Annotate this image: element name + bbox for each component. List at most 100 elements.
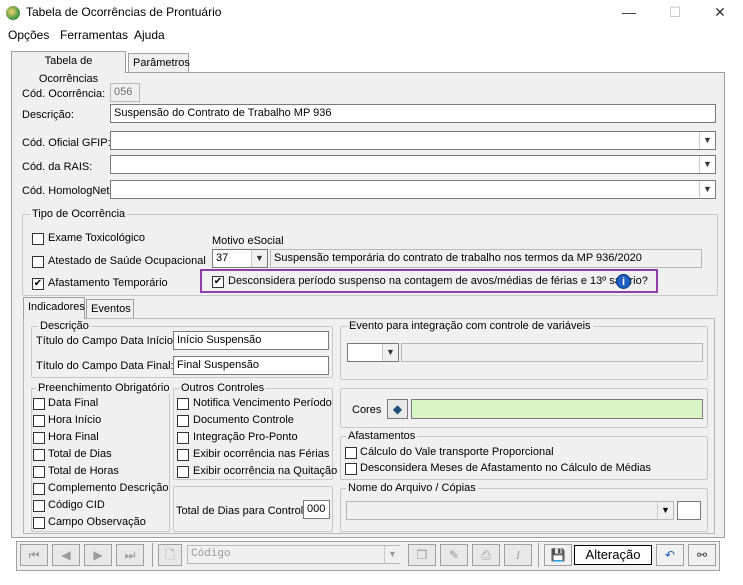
preenchimento-label: Total de Dias	[48, 448, 112, 460]
color-swatch[interactable]	[411, 399, 703, 419]
evento-description	[401, 343, 703, 362]
chevron-down-icon[interactable]: ▼	[251, 250, 267, 267]
afastamento-checkbox[interactable]: ✔	[32, 278, 44, 290]
chevron-down-icon[interactable]: ▼	[384, 546, 400, 563]
mode-indicator: Alteração	[574, 545, 652, 565]
preenchimento-checkbox[interactable]	[33, 398, 45, 410]
tab-tabela-ocorrencias[interactable]: Tabela de Ocorrências	[11, 51, 126, 85]
preenchimento-label: Complemento Descrição	[48, 482, 169, 494]
final-field[interactable]: Final Suspensão	[173, 356, 329, 375]
previous-record-icon[interactable]: ◀	[52, 544, 80, 566]
outros-checkbox[interactable]	[177, 432, 189, 444]
undo-icon[interactable]: ↶	[656, 544, 684, 566]
outros-checkbox[interactable]	[177, 449, 189, 461]
menu-ajuda[interactable]: Ajuda	[134, 28, 165, 42]
arquivo-title: Nome do Arquivo / Cópias	[346, 482, 478, 494]
inicio-label: Título do Campo Data Início:	[36, 335, 177, 347]
preenchimento-label: Data Final	[48, 397, 99, 409]
preenchimento-checkbox[interactable]	[33, 432, 45, 444]
window-title: Tabela de Ocorrências de Prontuário	[26, 5, 222, 19]
chevron-down-icon[interactable]: ▼	[699, 181, 715, 198]
preenchimento-checkbox[interactable]	[33, 415, 45, 427]
descricao-field[interactable]: Suspensão do Contrato de Trabalho MP 936	[110, 104, 716, 123]
copy-icon[interactable]: ❐	[408, 544, 436, 566]
vale-transporte-checkbox[interactable]	[345, 447, 357, 459]
preenchimento-checkbox[interactable]	[33, 500, 45, 512]
first-record-icon[interactable]: ⏮	[20, 544, 48, 566]
tab-eventos[interactable]: Eventos	[86, 299, 134, 319]
next-record-icon[interactable]: ▶	[84, 544, 112, 566]
new-document-icon[interactable]: 🗋	[158, 544, 182, 566]
evento-group-title: Evento para integração com controle de v…	[347, 320, 593, 332]
preenchimento-label: Hora Final	[48, 431, 99, 443]
codigo-search-field[interactable]: Código	[187, 545, 400, 564]
desconsidera-meses-checkbox[interactable]	[345, 463, 357, 475]
preenchimento-label: Total de Horas	[48, 465, 119, 477]
chevron-down-icon[interactable]: ▼	[699, 132, 715, 149]
copias-field[interactable]	[677, 501, 701, 520]
app-icon	[6, 6, 20, 20]
title-bar: Tabela de Ocorrências de Prontuário — ☐ …	[0, 0, 743, 26]
menu-opcoes[interactable]: Opções	[8, 28, 49, 42]
outros-checkbox[interactable]	[177, 466, 189, 478]
preenchimento-checkbox[interactable]	[33, 466, 45, 478]
final-label: Título do Campo Data Final:	[36, 360, 174, 372]
afastamento-label: Afastamento Temporário	[48, 277, 168, 289]
close-button[interactable]: ✕	[711, 4, 729, 20]
atestado-checkbox[interactable]	[32, 256, 44, 268]
gfip-select[interactable]: ▼	[110, 131, 716, 150]
info-icon[interactable]: i	[616, 274, 631, 289]
rais-select[interactable]: ▼	[110, 155, 716, 174]
motivo-code: 37	[216, 252, 229, 264]
homolognet-label: Cód. HomologNet:	[22, 185, 113, 197]
atestado-label: Atestado de Saúde Ocupacional	[48, 255, 206, 267]
menu-ferramentas[interactable]: Ferramentas	[60, 28, 128, 42]
chevron-down-icon[interactable]: ▼	[657, 502, 673, 519]
toolbar-separator	[152, 543, 153, 567]
homolognet-select[interactable]: ▼	[110, 180, 716, 199]
cod-ocorrencia-field[interactable]: 056	[110, 83, 140, 102]
preenchimento-checkbox[interactable]	[33, 449, 45, 461]
italic-icon[interactable]: I	[504, 544, 532, 566]
print-icon[interactable]: ⎙	[472, 544, 500, 566]
descricao-label: Descrição:	[22, 109, 74, 121]
minimize-button[interactable]: —	[620, 4, 638, 20]
outros-checkbox[interactable]	[177, 398, 189, 410]
total-dias-field[interactable]: 000	[303, 500, 330, 519]
save-icon[interactable]: 💾	[544, 544, 572, 566]
desconsidera-checkbox[interactable]: ✔	[212, 276, 224, 288]
chevron-down-icon[interactable]: ▼	[699, 156, 715, 173]
descricao-group-title: Descrição	[38, 320, 91, 332]
rais-label: Cód. da RAIS:	[22, 161, 93, 173]
exame-checkbox[interactable]	[32, 233, 44, 245]
paint-icon[interactable]: ✎	[440, 544, 468, 566]
motivo-description: Suspensão temporária do contrato de trab…	[270, 249, 702, 268]
tab-indicadores[interactable]: Indicadores	[23, 297, 85, 319]
inicio-field[interactable]: Início Suspensão	[173, 331, 329, 350]
outros-label: Integração Pro-Ponto	[193, 431, 298, 443]
preenchimento-checkbox[interactable]	[33, 483, 45, 495]
binoculars-icon[interactable]: ⚯	[688, 544, 716, 566]
chevron-down-icon[interactable]: ▼	[382, 344, 398, 361]
desconsidera-meses-label: Desconsidera Meses de Afastamento no Cál…	[360, 462, 652, 474]
arquivo-select[interactable]: ▼	[346, 501, 674, 520]
toolbar-separator	[538, 543, 539, 567]
maximize-button[interactable]: ☐	[666, 4, 684, 20]
preenchimento-label: Hora Início	[48, 414, 102, 426]
last-record-icon[interactable]: ⏭	[116, 544, 144, 566]
outros-checkbox[interactable]	[177, 415, 189, 427]
exame-label: Exame Toxicológico	[48, 232, 146, 244]
preenchimento-checkbox[interactable]	[33, 517, 45, 529]
palette-icon[interactable]: ◆	[387, 399, 408, 419]
outros-title: Outros Controles	[179, 382, 267, 394]
total-dias-label: Total de Dias para Controle:	[176, 505, 313, 517]
evento-select[interactable]: ▼	[347, 343, 399, 362]
tab-parametros[interactable]: Parâmetros	[128, 53, 190, 73]
motivo-select[interactable]: 37 ▼	[212, 249, 268, 268]
preenchimento-label: Código CID	[48, 499, 105, 511]
outros-label: Notifica Vencimento Período	[193, 397, 332, 409]
outros-label: Exibir ocorrência nas Férias	[193, 448, 330, 460]
preenchimento-label: Campo Observação	[48, 516, 146, 528]
tipo-ocorrencia-title: Tipo de Ocorrência	[30, 208, 128, 220]
gfip-label: Cód. Oficial GFIP:	[22, 137, 111, 149]
